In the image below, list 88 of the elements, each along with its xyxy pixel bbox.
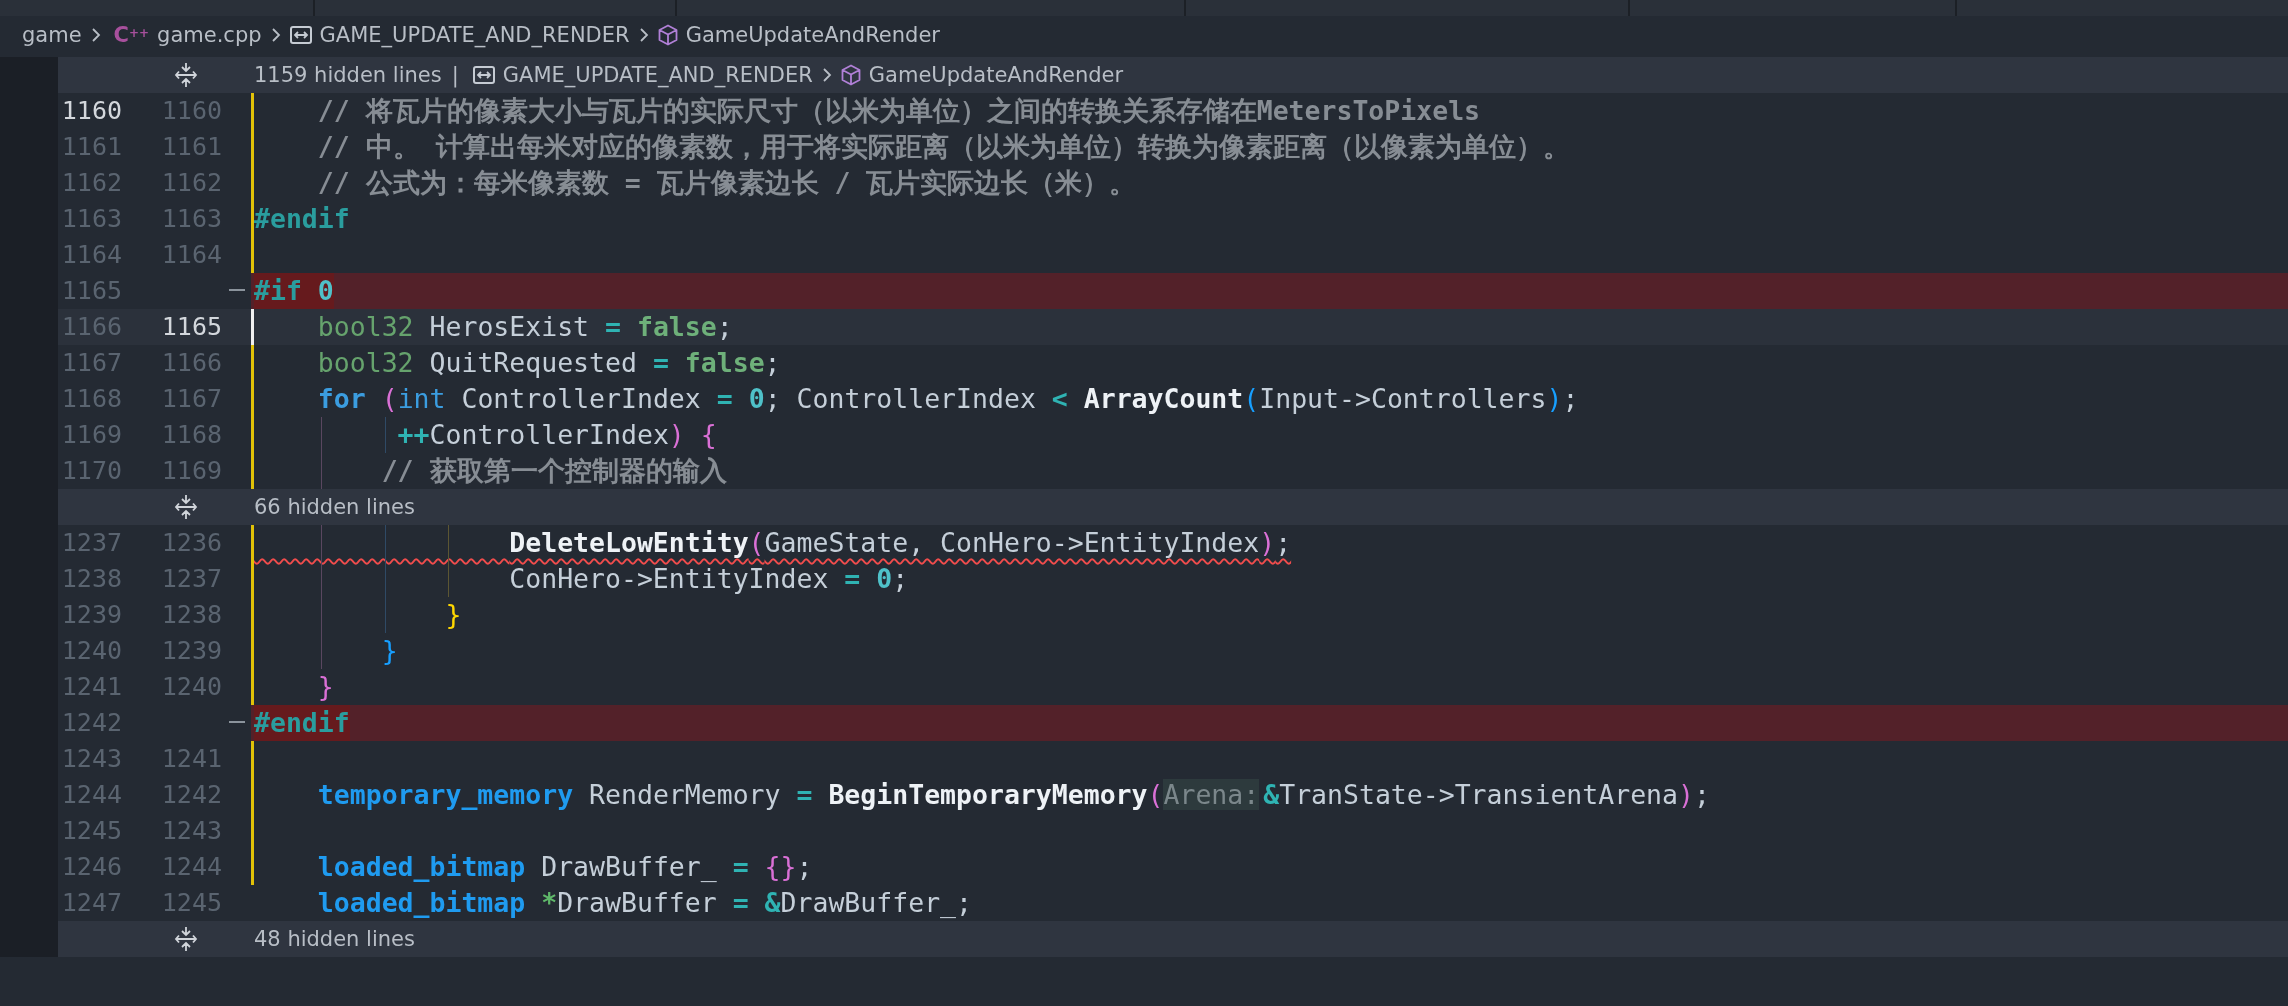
code-line: loaded_bitmap DrawBuffer_ = {};	[317, 850, 813, 884]
gutter-strip	[0, 921, 58, 957]
gutter-strip	[0, 57, 58, 93]
line-number: 1244	[160, 851, 222, 883]
line-number: 1165	[160, 311, 222, 343]
code-line: // 公式为：每米像素数 = 瓦片像素边长 / 瓦片实际边长（米）。	[317, 166, 1137, 200]
unfold-icon	[174, 926, 198, 952]
line-number: 1163	[160, 203, 222, 235]
line-number: 1238	[160, 599, 222, 631]
hidden-lines-bar[interactable]: 1159 hidden lines | GAME_UPDATE_AND_RENDER GameUpdateAndRender	[58, 57, 2288, 93]
line-number: 1242	[160, 779, 222, 811]
chevron-right-icon	[89, 26, 102, 44]
code-line: // 中。 计算出每米对应的像素数，用于将实际距离（以米为单位）转换为像素距离（以像素为单位）。	[317, 130, 1570, 164]
macro-icon	[472, 66, 495, 84]
line-number: 1162	[60, 167, 122, 199]
line-number: 1236	[160, 527, 222, 559]
line-number: 1243	[160, 815, 222, 847]
line-number: 1168	[160, 419, 222, 451]
line-number: 1241	[60, 671, 122, 703]
code-line: }	[381, 634, 398, 668]
code-line: ++ControllerIndex) {	[397, 418, 717, 452]
collapse-icon	[228, 721, 245, 725]
code-line: temporary_memory RenderMemory = BeginTemporaryMemory(Arena:&TranState->TransientArena);	[317, 778, 1710, 812]
line-number: 1164	[60, 239, 122, 271]
line-number: 1245	[160, 887, 222, 919]
line-number: 1167	[60, 347, 122, 379]
chevron-right-icon	[269, 26, 282, 44]
line-number: 1169	[60, 419, 122, 451]
line-number: 1160	[60, 95, 122, 127]
symbol-name: GAME_UPDATE_AND_RENDER	[502, 63, 813, 87]
hidden-lines-bar[interactable]: 66 hidden lines	[58, 489, 2288, 525]
line-number: 1247	[60, 887, 122, 919]
indent-guide	[384, 417, 386, 453]
symbol-name: GameUpdateAndRender	[868, 63, 1124, 87]
line-number: 1241	[160, 743, 222, 775]
line-number: 1162	[160, 167, 222, 199]
file-type-label: C$^{++}$	[113, 23, 150, 47]
line-number: 1161	[60, 131, 122, 163]
unfold-icon	[174, 62, 198, 88]
code-line: ConHero->EntityIndex = 0;	[509, 562, 909, 596]
code-line: DeleteLowEntity(GameState, ConHero->EntityIndex);	[509, 526, 1292, 560]
line-number: 1242	[60, 707, 122, 739]
line-number: 1167	[160, 383, 222, 415]
code-line: // 获取第一个控制器的输入	[381, 454, 727, 488]
line-number: 1239	[160, 635, 222, 667]
line-number: 1163	[60, 203, 122, 235]
chevron-right-icon	[637, 26, 650, 44]
code-line: // 将瓦片的像素大小与瓦片的实际尺寸（以米为单位）之间的转换关系存储在MetersToPixels	[317, 94, 1481, 128]
line-number: 1160	[160, 95, 222, 127]
line-number: 1170	[60, 455, 122, 487]
hidden-lines-label: 66 hidden lines	[254, 495, 415, 519]
hidden-lines-label: 48 hidden lines	[254, 927, 415, 951]
line-number: 1245	[60, 815, 122, 847]
cube-icon	[657, 24, 678, 46]
collapse-icon	[228, 289, 245, 293]
chevron-right-icon	[820, 66, 833, 84]
line-number: 1161	[160, 131, 222, 163]
code-line: for (int ControllerIndex = 0; ControllerIndex < ArrayCount(Input->Controllers);	[317, 382, 1579, 416]
code-line: loaded_bitmap *DrawBuffer = &DrawBuffer_;	[317, 886, 972, 920]
code-line: }	[317, 670, 334, 704]
breadcrumb-item[interactable]: GAME_UPDATE_AND_RENDER	[319, 23, 630, 47]
line-number: 1243	[60, 743, 122, 775]
breadcrumb-item[interactable]: game	[22, 23, 82, 47]
unfold-icon	[174, 494, 198, 520]
cube-icon	[840, 64, 861, 86]
line-number: 1237	[160, 563, 222, 595]
line-number: 1165	[60, 275, 122, 307]
line-number: 1168	[60, 383, 122, 415]
hidden-lines-label: 1159 hidden lines	[254, 63, 442, 87]
macro-icon	[289, 26, 312, 44]
code-line: bool32 HerosExist = false;	[317, 310, 733, 344]
line-number: 1240	[60, 635, 122, 667]
code-line: bool32 QuitRequested = false;	[317, 346, 781, 380]
breadcrumb-item[interactable]: GameUpdateAndRender	[685, 23, 940, 47]
line-number: 1239	[60, 599, 122, 631]
line-number: 1244	[60, 779, 122, 811]
line-number: 1240	[160, 671, 222, 703]
hidden-lines-bar[interactable]: 48 hidden lines	[58, 921, 2288, 957]
separator-text: |	[451, 63, 459, 87]
code-line: #endif	[254, 202, 350, 236]
breadcrumb-item[interactable]: game.cpp	[157, 23, 262, 47]
code-line: }	[445, 598, 462, 632]
line-number: 1238	[60, 563, 122, 595]
line-number: 1164	[160, 239, 222, 271]
line-number: 1246	[60, 851, 122, 883]
line-number: 1237	[60, 527, 122, 559]
line-number: 1166	[160, 347, 222, 379]
line-number: 1169	[160, 455, 222, 487]
